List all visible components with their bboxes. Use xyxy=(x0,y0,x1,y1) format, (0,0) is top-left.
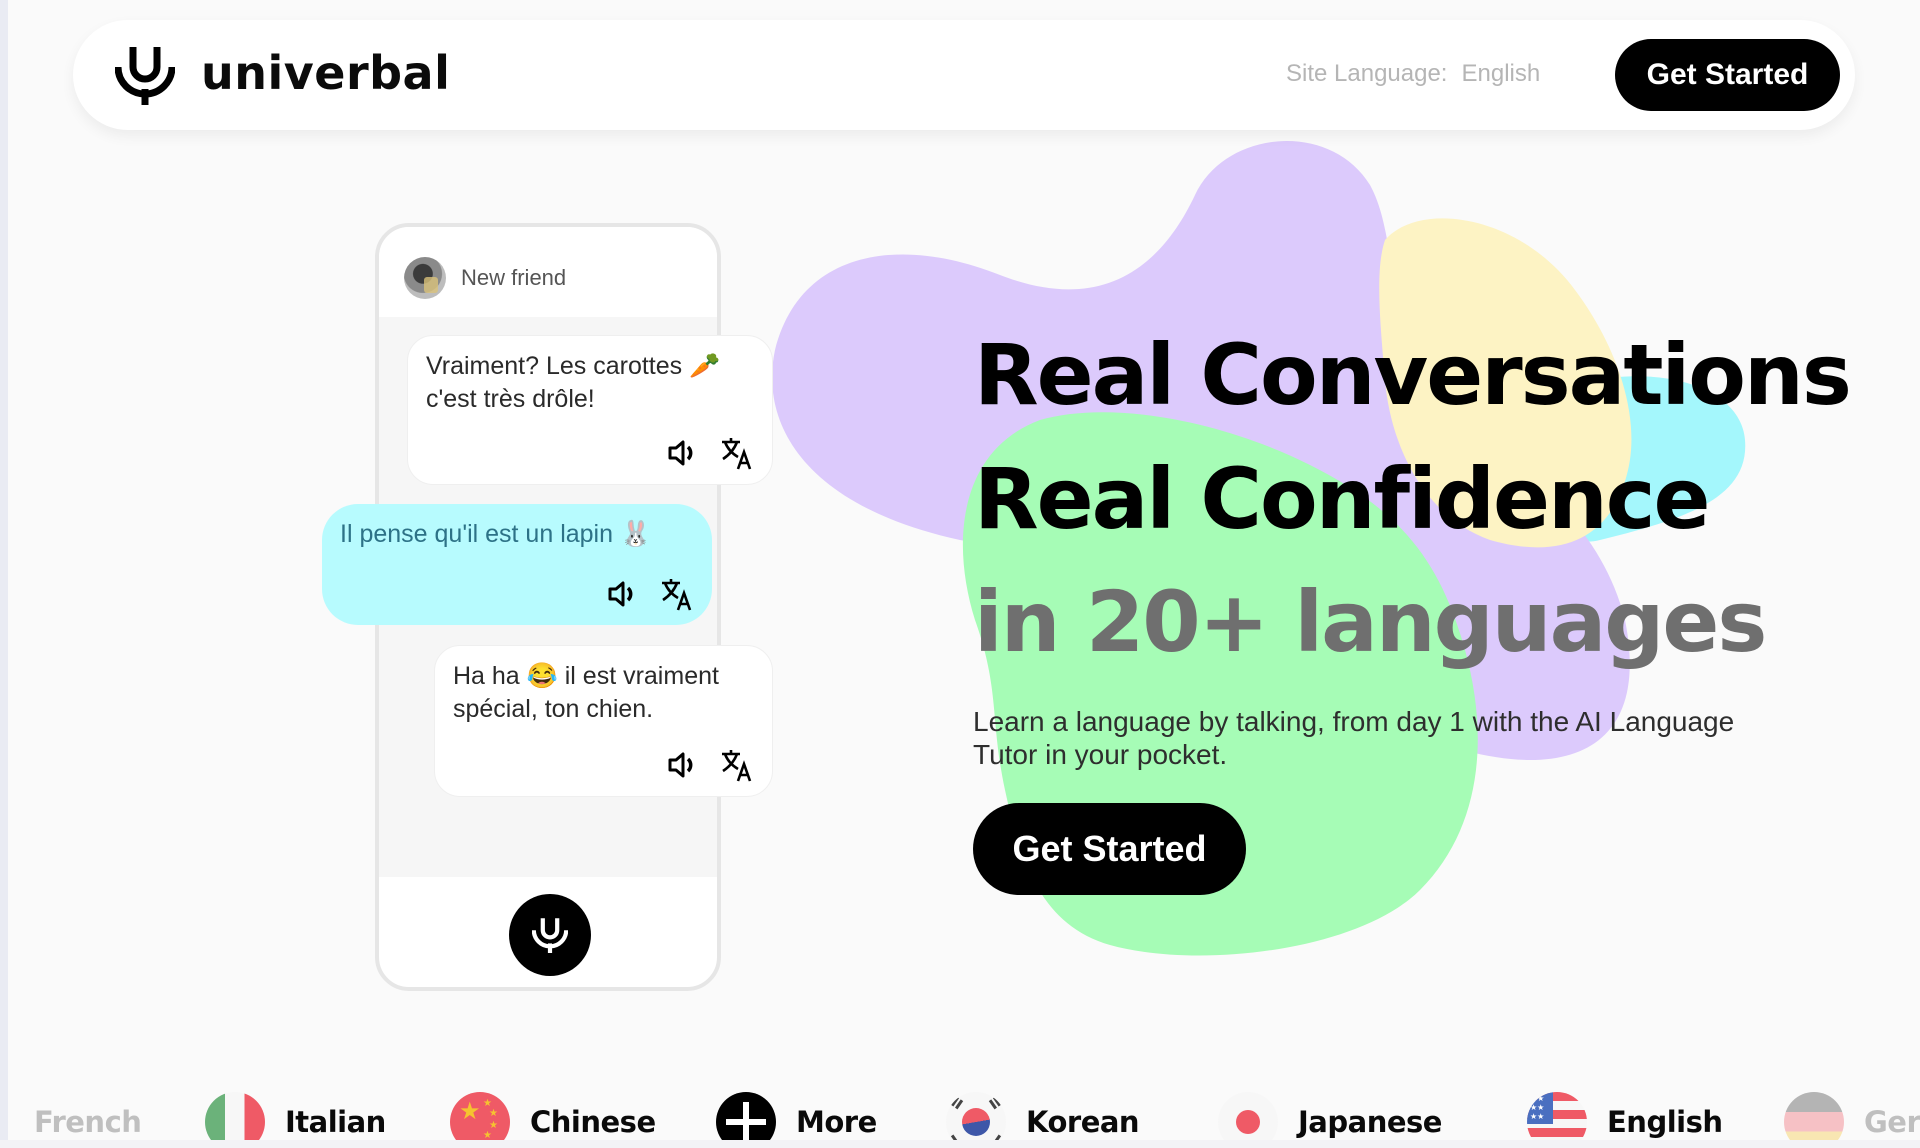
brand-name[interactable]: univerbal xyxy=(201,46,450,100)
message-text: Vraiment? Les carottes 🥕 c'est très drôl… xyxy=(426,352,721,413)
language-label: Korean xyxy=(1026,1105,1140,1139)
hero-headline-line2: Real Confidence xyxy=(974,450,1711,548)
hero-headline-line3: in 20+ languages xyxy=(974,573,1767,671)
message-text: Ha ha 😂 il est vraiment spécial, ton chi… xyxy=(453,662,719,723)
chat-message-received: Ha ha 😂 il est vraiment spécial, ton chi… xyxy=(434,645,773,797)
language-label: More xyxy=(796,1105,877,1139)
bottom-band xyxy=(0,1140,1920,1148)
language-label: Chinese xyxy=(530,1105,656,1139)
hero-get-started-button[interactable]: Get Started xyxy=(973,803,1246,895)
top-nav: univerbal Site Language: English Get Star… xyxy=(73,20,1855,130)
language-label: Italian xyxy=(285,1105,386,1139)
hero-headline-line1: Real Conversations xyxy=(974,326,1852,424)
language-label: Ger xyxy=(1864,1105,1920,1139)
language-label: French xyxy=(34,1105,142,1139)
message-text: Il pense qu'il est un lapin 🐰 xyxy=(340,520,652,548)
chat-message-sent: Il pense qu'il est un lapin 🐰 xyxy=(322,504,712,625)
header-get-started-button[interactable]: Get Started xyxy=(1615,39,1840,111)
speaker-icon[interactable] xyxy=(668,751,698,779)
univerbal-logo-icon[interactable] xyxy=(115,45,175,105)
hero-subtitle: Learn a language by talking, from day 1 … xyxy=(973,706,1735,770)
speaker-icon[interactable] xyxy=(668,439,698,467)
speaker-icon[interactable] xyxy=(608,580,638,608)
translate-icon[interactable] xyxy=(720,436,754,470)
language-label: English xyxy=(1607,1105,1723,1139)
translate-icon[interactable] xyxy=(720,748,754,782)
translate-icon[interactable] xyxy=(660,577,694,611)
mic-button[interactable] xyxy=(509,894,591,976)
site-language-selector[interactable]: Site Language: English xyxy=(1286,60,1540,88)
language-label: Japanese xyxy=(1298,1105,1442,1139)
language-carousel: French Italian ★ ★ ★ ★ ★ Chinese More Ko… xyxy=(0,1085,1920,1148)
chat-message-received: Vraiment? Les carottes 🥕 c'est très drôl… xyxy=(407,335,773,485)
contact-avatar xyxy=(404,257,446,299)
site-language-label: Site Language: xyxy=(1286,60,1448,87)
chat-header: New friend xyxy=(379,227,717,317)
site-language-value[interactable]: English xyxy=(1461,60,1540,87)
univerbal-mic-icon xyxy=(532,918,568,953)
contact-name: New friend xyxy=(461,265,567,290)
